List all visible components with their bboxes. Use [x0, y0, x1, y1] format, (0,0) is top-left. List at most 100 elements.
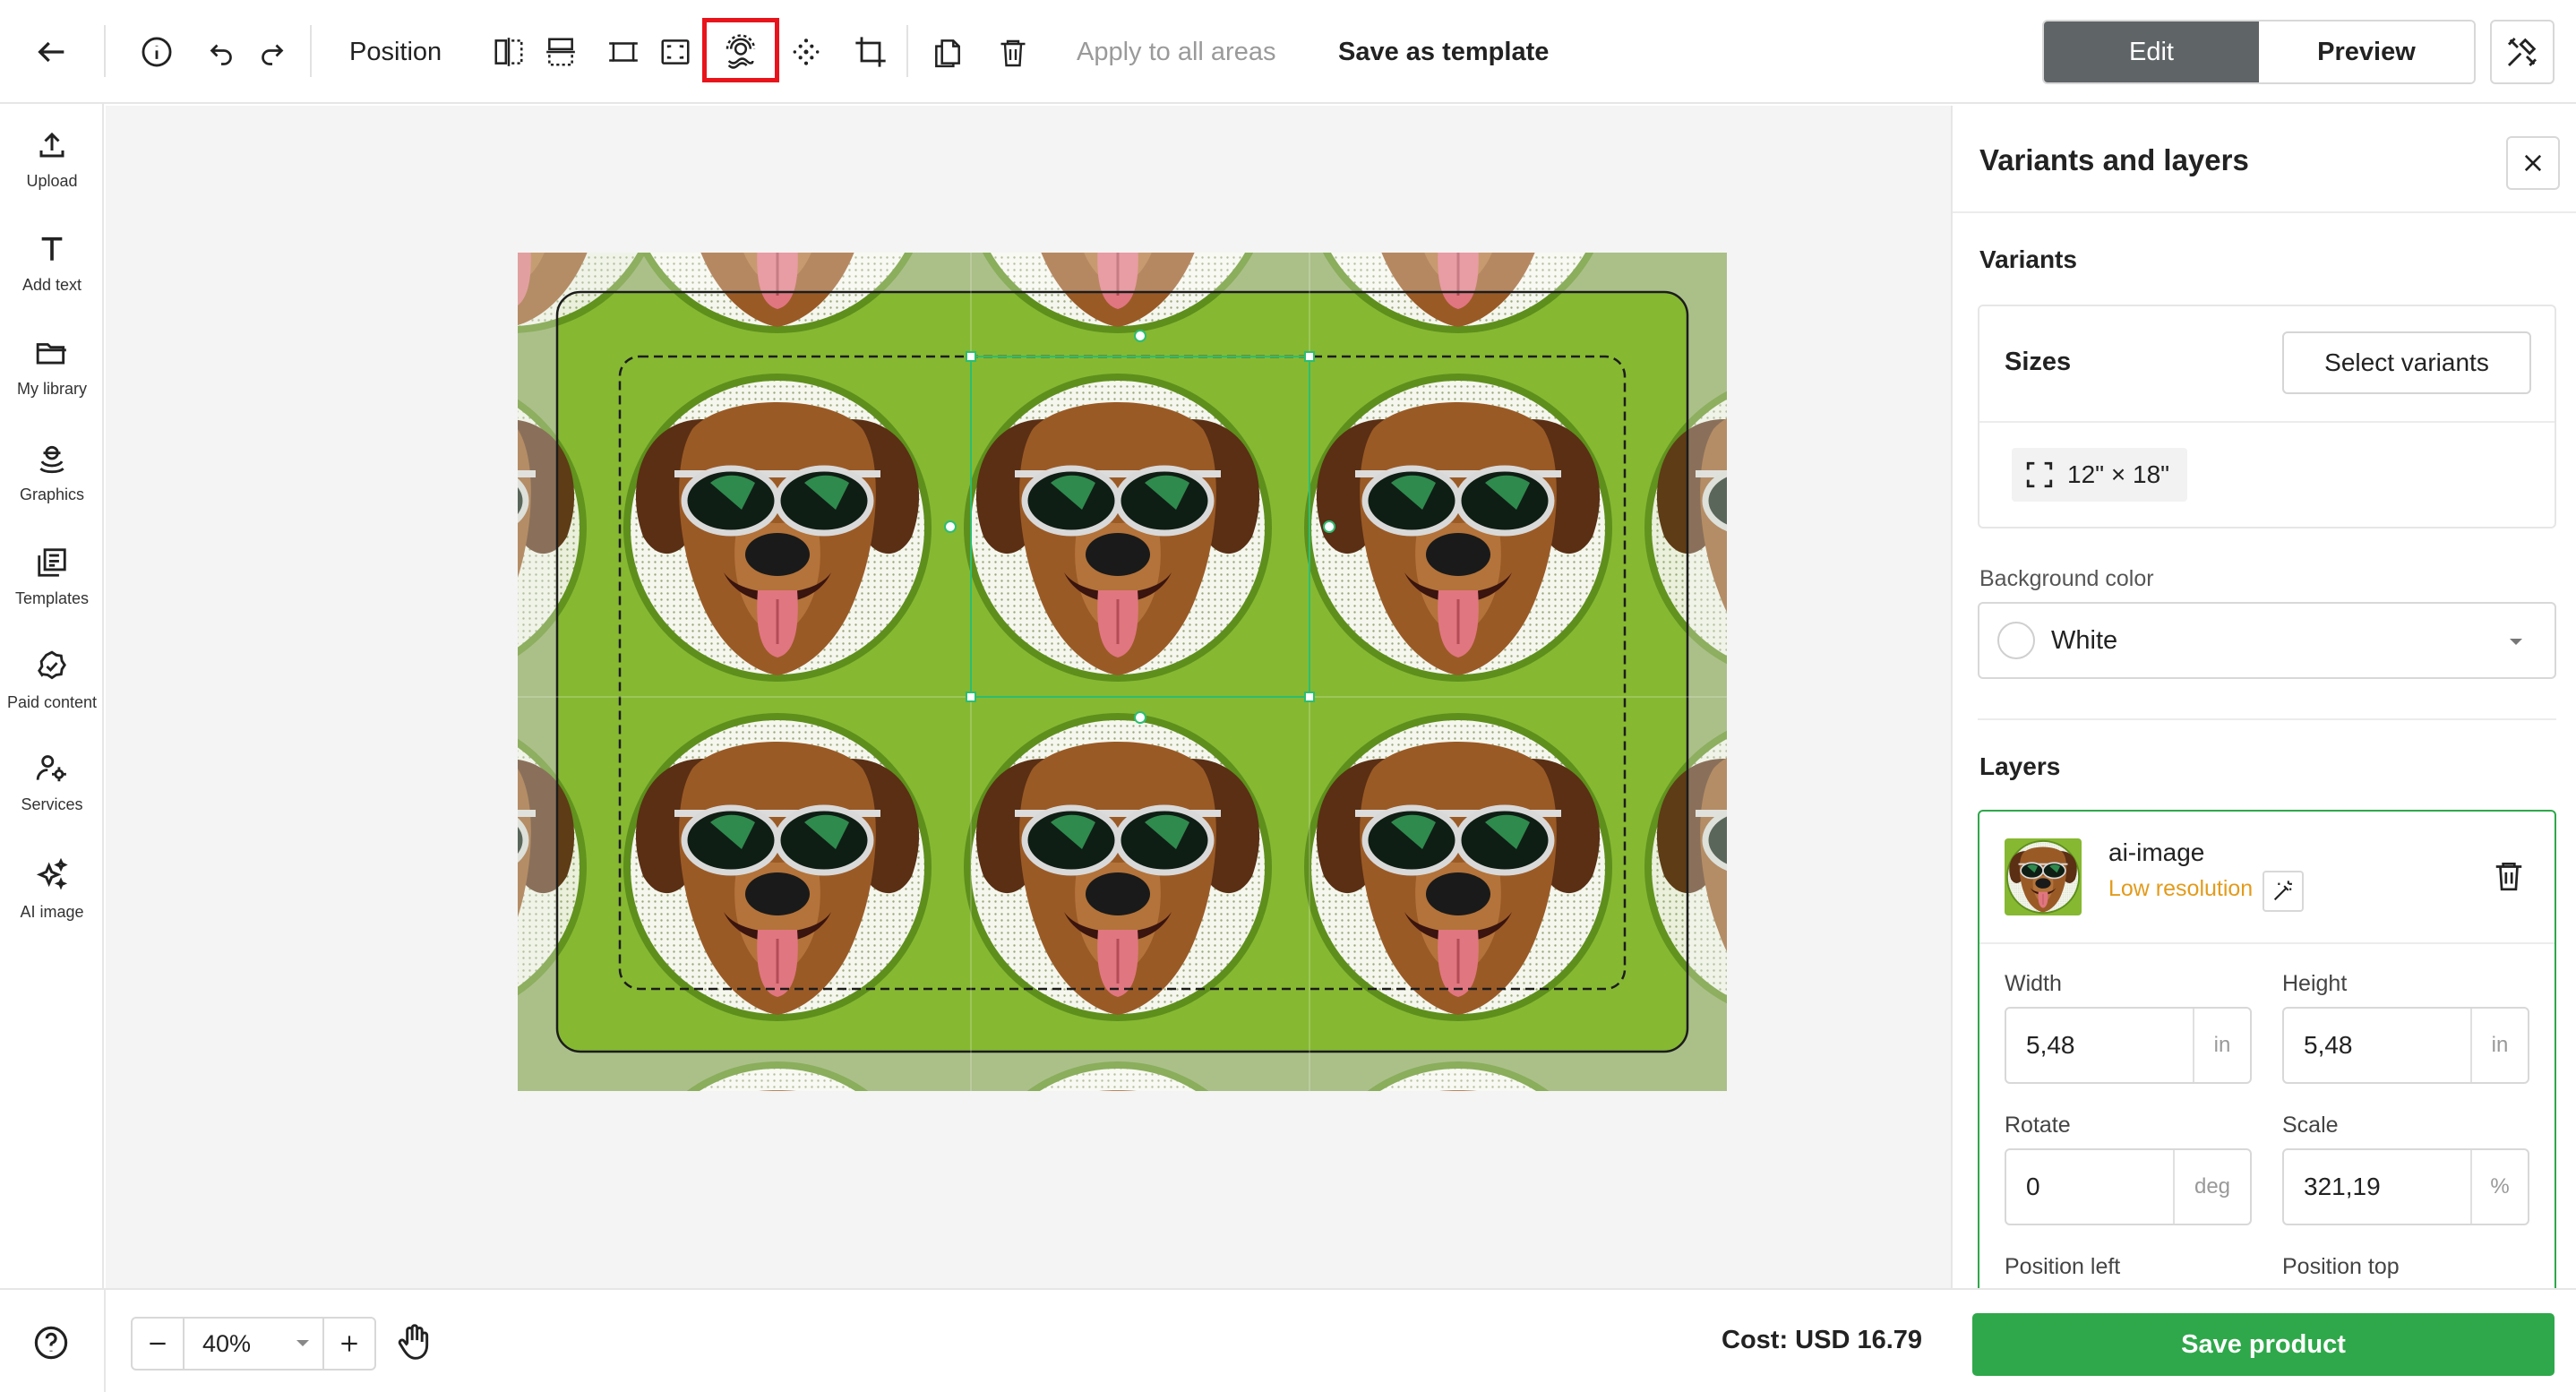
scale-unit: % — [2470, 1150, 2528, 1224]
width-input[interactable] — [2006, 1009, 2193, 1082]
rotate-field[interactable]: deg — [2005, 1148, 2252, 1225]
zoom-control: 40% — [131, 1317, 376, 1371]
cost-text: Cost: USD 16.79 — [1722, 1326, 1923, 1354]
sparkle-icon — [32, 856, 72, 896]
sidebar-label: AI image — [20, 903, 84, 921]
bg-color-label: Background color — [1979, 566, 2154, 591]
layer-name: ai-image — [2108, 838, 2205, 866]
info-icon[interactable] — [132, 27, 182, 77]
height-field[interactable]: in — [2282, 1007, 2529, 1084]
panel-title: Variants and layers — [1979, 143, 2249, 176]
left-sidebar: Upload Add text My library Graphics Temp… — [0, 104, 104, 1288]
preview-tab[interactable]: Preview — [2259, 21, 2474, 82]
align-horizontal-center-icon[interactable] — [484, 27, 534, 77]
close-icon — [2524, 154, 2542, 172]
expand-icon — [2026, 461, 2053, 488]
divider — [1953, 211, 2576, 213]
design-workspace[interactable] — [106, 106, 1951, 1288]
graphics-icon — [32, 439, 72, 478]
pattern-icon[interactable] — [716, 27, 766, 77]
select-variants-button[interactable]: Select variants — [2282, 331, 2531, 394]
zoom-out-button[interactable] — [133, 1319, 185, 1369]
fill-area-icon[interactable] — [650, 27, 700, 77]
bg-color-value: White — [2051, 625, 2118, 655]
color-swatch — [1997, 622, 2035, 659]
fit-to-area-icon[interactable] — [598, 27, 648, 77]
divider — [1979, 942, 2555, 944]
enhance-button[interactable] — [2263, 871, 2304, 912]
sidebar-item-ai-image[interactable]: AI image — [0, 856, 104, 946]
low-resolution-warning: Low resolution — [2108, 876, 2254, 901]
sidebar-item-my-library[interactable]: My library — [0, 333, 104, 423]
height-unit: in — [2470, 1009, 2528, 1082]
sidebar-label: Add text — [21, 276, 82, 294]
services-icon — [32, 749, 72, 788]
sizes-label: Sizes — [2005, 348, 2072, 376]
bottom-bar: 40% Cost: USD 16.79 Save product — [0, 1288, 2576, 1392]
sidebar-item-templates[interactable]: Templates — [0, 543, 104, 632]
scale-field[interactable]: % — [2282, 1148, 2529, 1225]
help-icon — [34, 1326, 68, 1360]
sidebar-item-upload[interactable]: Upload — [0, 125, 104, 215]
divider — [104, 25, 106, 77]
divider — [310, 25, 312, 77]
duplicate-icon[interactable] — [923, 27, 973, 77]
delete-layer-button[interactable] — [2492, 858, 2526, 892]
magic-wand-icon — [2273, 881, 2292, 901]
position-left-label: Position left — [2005, 1254, 2121, 1279]
edit-tab[interactable]: Edit — [2044, 21, 2259, 82]
folder-icon — [32, 333, 72, 373]
hand-icon — [398, 1324, 429, 1360]
upload-icon — [32, 125, 72, 165]
trash-icon[interactable] — [988, 27, 1038, 77]
badge-check-icon — [32, 647, 72, 686]
rotate-unit: deg — [2173, 1150, 2250, 1224]
rotate-label: Rotate — [2005, 1113, 2071, 1138]
chevron-down-icon — [2510, 639, 2522, 645]
trash-icon — [2495, 862, 2522, 891]
undo-icon[interactable] — [196, 27, 246, 77]
position-button[interactable]: Position — [349, 30, 442, 73]
sidebar-item-services[interactable]: Services — [0, 749, 104, 838]
sidebar-item-graphics[interactable]: Graphics — [0, 439, 104, 528]
sidebar-label: Templates — [14, 589, 90, 607]
variants-layers-panel: Variants and layers Variants Sizes Selec… — [1951, 106, 2576, 1288]
back-arrow-icon[interactable] — [27, 27, 77, 77]
sidebar-item-add-text[interactable]: Add text — [0, 229, 104, 319]
divider — [1978, 718, 2556, 720]
height-input[interactable] — [2284, 1009, 2470, 1082]
scale-input[interactable] — [2284, 1150, 2470, 1224]
help-button[interactable] — [32, 1324, 70, 1362]
sidebar-label: Services — [21, 795, 83, 813]
minus-icon — [150, 1342, 166, 1345]
divider — [906, 25, 908, 77]
edit-preview-toggle: Edit Preview — [2042, 20, 2476, 84]
tools-button[interactable] — [2490, 20, 2555, 84]
sidebar-item-paid-content[interactable]: Paid content — [0, 647, 104, 736]
size-chip[interactable]: 12" × 18" — [2012, 448, 2188, 502]
zoom-select[interactable]: 40% — [185, 1319, 322, 1369]
sidebar-label: My library — [16, 380, 87, 398]
sidebar-label: Paid content — [6, 693, 98, 711]
halftone-icon[interactable] — [781, 27, 831, 77]
bg-color-select[interactable]: White — [1978, 602, 2556, 679]
size-value: 12" × 18" — [2067, 460, 2170, 488]
product-canvas[interactable] — [518, 253, 1727, 1091]
templates-icon — [32, 543, 72, 582]
redo-icon[interactable] — [247, 27, 297, 77]
top-toolbar: Position Apply to all areas Save as temp… — [0, 0, 2576, 104]
pan-hand-button[interactable] — [394, 1322, 434, 1362]
rotate-input[interactable] — [2006, 1150, 2173, 1224]
align-vertical-center-icon[interactable] — [536, 27, 586, 77]
divider — [104, 1290, 106, 1392]
close-panel-button[interactable] — [2506, 136, 2560, 190]
zoom-in-button[interactable] — [322, 1319, 374, 1369]
crop-icon[interactable] — [846, 27, 896, 77]
save-as-template-button[interactable]: Save as template — [1338, 30, 1549, 73]
width-field[interactable]: in — [2005, 1007, 2252, 1084]
position-top-label: Position top — [2282, 1254, 2400, 1279]
scale-label: Scale — [2282, 1113, 2339, 1138]
apply-to-all-areas-button[interactable]: Apply to all areas — [1077, 30, 1275, 73]
layer-card[interactable]: ai-image Low resolution Width in Height … — [1978, 810, 2556, 1288]
save-product-button[interactable]: Save product — [1972, 1313, 2555, 1376]
